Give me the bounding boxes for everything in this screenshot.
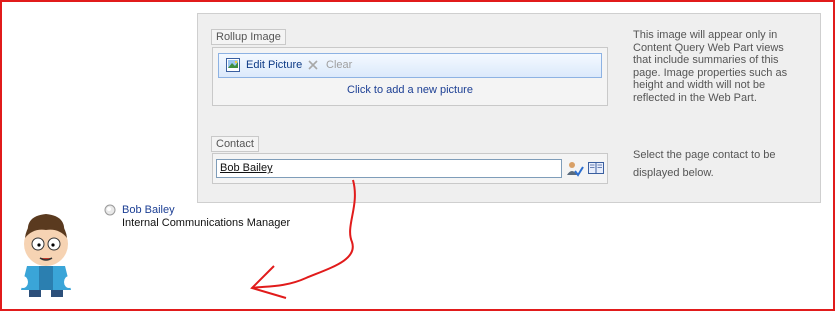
rollup-image-description: This image will appear only in Content Q… [633,29,788,104]
contact-legend: Contact [211,136,259,152]
picture-icon[interactable] [226,58,240,72]
contact-resolved-name[interactable]: Bob Bailey [220,162,273,174]
presence-icon[interactable] [104,204,116,216]
edit-picture-button[interactable]: Edit Picture [246,59,302,71]
address-book-icon[interactable] [588,161,604,175]
clear-x-icon[interactable] [307,59,319,71]
contact-avatar-image [18,214,74,297]
contact-name-link[interactable]: Bob Bailey [122,204,175,216]
add-new-picture-link[interactable]: Click to add a new picture [218,84,602,96]
contact-description: Select the page contact to be displayed … [633,149,776,179]
rollup-image-legend: Rollup Image [211,29,286,45]
rollup-image-toolbar: Edit Picture Clear [218,53,602,78]
annotation-arrow [250,179,356,299]
check-names-icon[interactable] [566,161,584,177]
page-properties-panel: Rollup Image Edit Picture Clear Click to… [197,13,821,203]
clear-button[interactable]: Clear [326,59,352,71]
